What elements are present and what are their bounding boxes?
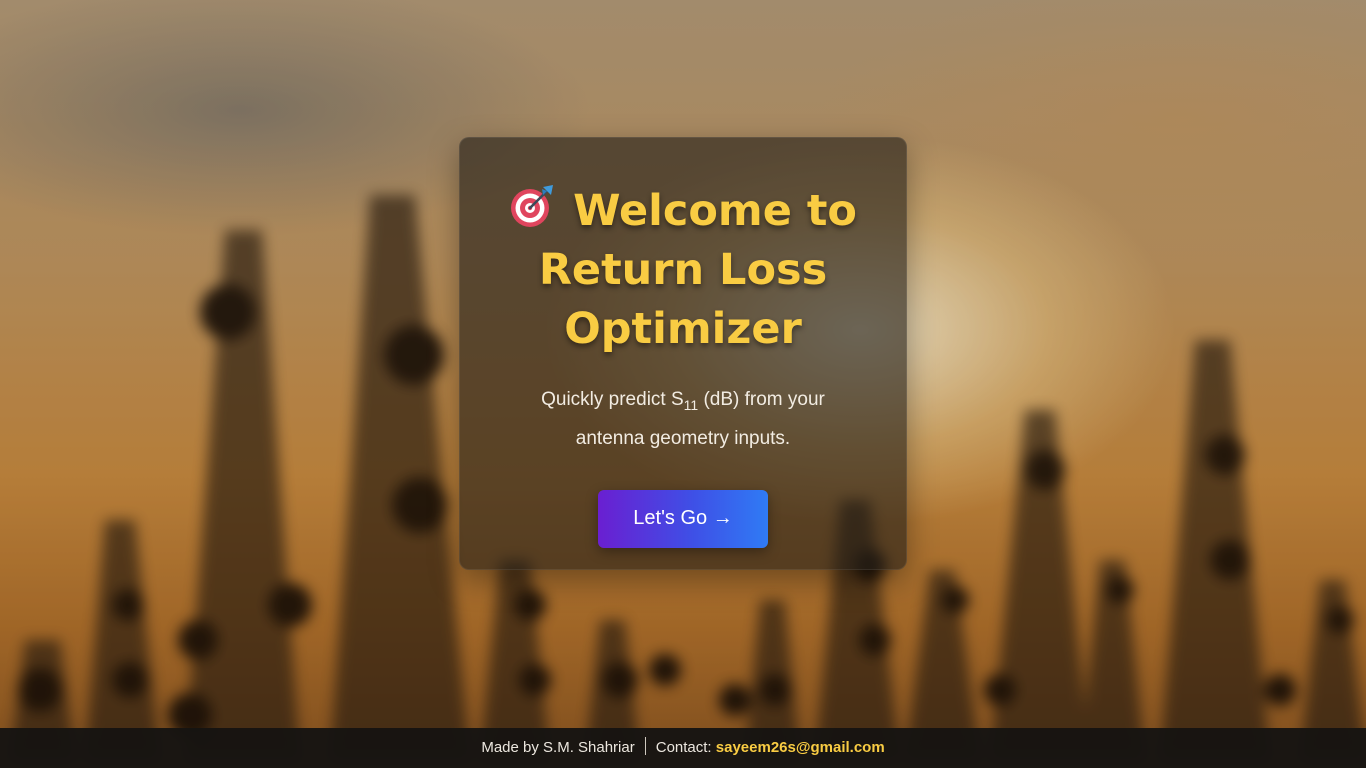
subtitle-subscript: 11: [683, 396, 699, 413]
title-line-3: Optimizer: [564, 304, 802, 354]
footer-email-link[interactable]: sayeem26s@gmail.com: [716, 739, 885, 756]
lets-go-button[interactable]: Let's Go →: [598, 489, 768, 548]
subtitle: Quickly predict S11 (dB) from your anten…: [518, 383, 848, 456]
welcome-page: Welcome to Return Loss Optimizer Quickly…: [0, 0, 1366, 768]
footer-made-by: Made by S.M. Shahriar: [481, 739, 635, 756]
title-text-line-1: Welcome to: [573, 186, 857, 236]
footer: Made by S.M. Shahriar Contact: sayeem26s@…: [0, 728, 1366, 768]
dart-target-icon: [511, 185, 554, 227]
title-line-2: Return Loss: [538, 245, 828, 295]
subtitle-text-start: Quickly predict S: [541, 389, 684, 410]
welcome-card: Welcome to Return Loss Optimizer Quickly…: [459, 137, 907, 570]
page-title: Welcome to Return Loss Optimizer: [483, 182, 883, 359]
footer-contact-label: Contact:: [655, 739, 712, 756]
footer-divider: [644, 737, 646, 755]
title-line-1: Welcome to: [483, 182, 883, 241]
